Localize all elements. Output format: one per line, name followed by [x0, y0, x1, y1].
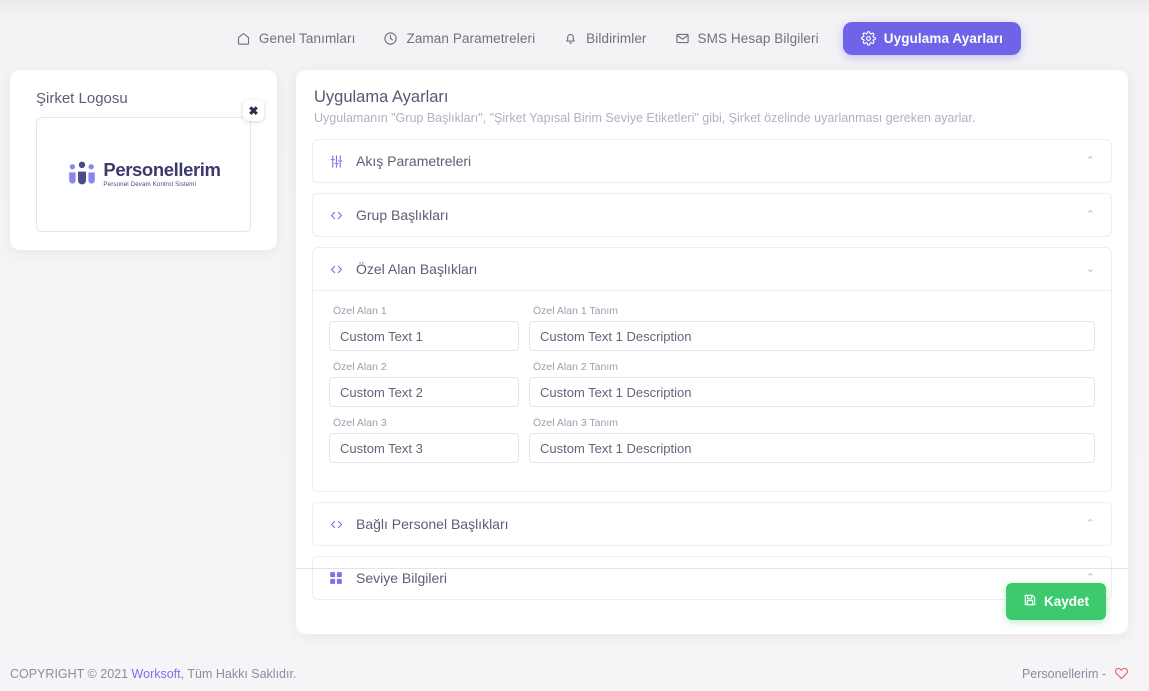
page-subtitle: Uygulamanın "Grup Başlıkları", "Şirket Y… — [314, 111, 976, 125]
chevron-up-icon[interactable]: ⌃ — [1086, 209, 1095, 221]
custom-field-desc-group: Özel Alan 1 Tanım — [529, 305, 1095, 351]
close-icon[interactable]: ✖ — [243, 100, 264, 121]
custom-field-row: Özel Alan 2 Özel Alan 2 Tanım — [329, 361, 1095, 407]
custom-field-3-name-input[interactable] — [329, 433, 519, 463]
field-label: Özel Alan 1 Tanım — [533, 305, 619, 317]
accordion-title: Özel Alan Başlıkları — [356, 261, 478, 277]
copyright-prefix: COPYRIGHT © 2021 — [10, 667, 129, 681]
chevron-down-icon[interactable]: ⌄ — [1086, 263, 1095, 275]
brand-text: Personellerim Personel Devam Kontrol Sis… — [103, 159, 221, 188]
page-title: Uygulama Ayarları — [314, 88, 449, 106]
top-navigation: Genel Tanımları Zaman Parametreleri Bild… — [0, 14, 1149, 62]
brand-name: Personellerim — [103, 159, 221, 181]
floppy-disk-icon — [1023, 593, 1037, 610]
chevron-up-icon[interactable]: ⌃ — [1086, 518, 1095, 530]
accordion-header[interactable]: Özel Alan Başlıkları ⌄ — [313, 248, 1111, 290]
field-label: Özel Alan 2 — [333, 361, 387, 373]
field-label: Özel Alan 1 — [333, 305, 387, 317]
tab-zaman-parametreleri[interactable]: Zaman Parametreleri — [369, 23, 549, 54]
copyright-suffix: , Tüm Hakkı Saklıdır. — [180, 667, 297, 681]
code-icon — [329, 208, 347, 223]
card-header: Uygulama Ayarları Uygulamanın "Grup Başl… — [296, 70, 1128, 139]
worksoft-link[interactable]: Worksoft — [132, 667, 181, 681]
people-mark-icon — [69, 162, 96, 185]
bell-icon — [563, 31, 578, 46]
clock-icon — [383, 31, 398, 46]
card-footer: Kaydet — [296, 568, 1128, 634]
accordion-list: Akış Parametreleri ⌃ Grup Başlıkları ⌃ Ö… — [296, 139, 1128, 600]
page-footer: COPYRIGHT © 2021 Worksoft, Tüm Hakkı Sak… — [0, 657, 1149, 691]
custom-field-1-desc-input[interactable] — [529, 321, 1095, 351]
accordion-header[interactable]: Bağlı Personel Başlıkları ⌃ — [313, 503, 1111, 545]
custom-field-desc-group: Özel Alan 3 Tanım — [529, 417, 1095, 463]
footer-brand-text: Personellerim - — [1021, 667, 1106, 681]
sliders-icon — [329, 154, 347, 169]
app-root: Genel Tanımları Zaman Parametreleri Bild… — [0, 0, 1149, 691]
accordion-body: Özel Alan 1 Özel Alan 1 Tanım Özel Alan … — [313, 290, 1111, 491]
tab-sms-hesap-bilgileri[interactable]: SMS Hesap Bilgileri — [661, 23, 833, 54]
accordion-akis-parametreleri: Akış Parametreleri ⌃ — [312, 139, 1112, 183]
logo-preview-frame: ✖ Personellerim Personel Devam Kontrol S… — [36, 100, 264, 232]
custom-field-2-name-input[interactable] — [329, 377, 519, 407]
tab-bildirimler[interactable]: Bildirimler — [549, 23, 660, 54]
field-label: Özel Alan 3 Tanım — [533, 417, 619, 429]
chevron-up-icon[interactable]: ⌃ — [1086, 155, 1095, 167]
envelope-icon — [675, 31, 690, 46]
accordion-ozel-alan-basliklari: Özel Alan Başlıkları ⌄ Özel Alan 1 Özel … — [312, 247, 1112, 492]
custom-field-name-group: Özel Alan 1 — [329, 305, 519, 351]
home-icon — [236, 31, 251, 46]
accordion-header[interactable]: Grup Başlıkları ⌃ — [313, 194, 1111, 236]
tab-label: SMS Hesap Bilgileri — [697, 30, 819, 46]
brand-logo: Personellerim Personel Devam Kontrol Sis… — [66, 159, 221, 188]
code-icon — [329, 262, 347, 277]
custom-field-desc-group: Özel Alan 2 Tanım — [529, 361, 1095, 407]
accordion-grup-basliklari: Grup Başlıkları ⌃ — [312, 193, 1112, 237]
gear-icon — [860, 30, 876, 46]
custom-field-1-name-input[interactable] — [329, 321, 519, 351]
heart-icon — [1114, 666, 1129, 683]
company-logo-card: Şirket Logosu ✖ Personellerim Personel D… — [10, 70, 277, 250]
custom-field-3-desc-input[interactable] — [529, 433, 1095, 463]
custom-field-name-group: Özel Alan 2 — [329, 361, 519, 407]
tab-label: Zaman Parametreleri — [406, 30, 536, 46]
accordion-title: Grup Başlıkları — [356, 207, 449, 223]
brand-tagline: Personel Devam Kontrol Sistemi — [103, 180, 197, 188]
code-icon — [329, 517, 347, 532]
tab-label: Bildirimler — [586, 30, 647, 46]
accordion-bagli-personel-basliklari: Bağlı Personel Başlıkları ⌃ — [312, 502, 1112, 546]
field-label: Özel Alan 2 Tanım — [533, 361, 619, 373]
field-label: Özel Alan 3 — [333, 417, 387, 429]
accordion-header[interactable]: Akış Parametreleri ⌃ — [313, 140, 1111, 182]
accordion-title: Bağlı Personel Başlıkları — [356, 516, 509, 532]
logo-card-title: Şirket Logosu — [36, 90, 128, 107]
footer-right: Personellerim - — [1022, 666, 1129, 683]
accordion-title: Akış Parametreleri — [356, 153, 472, 169]
tab-label: Uygulama Ayarları — [883, 30, 1003, 46]
custom-field-row: Özel Alan 1 Özel Alan 1 Tanım — [329, 305, 1095, 351]
application-settings-card: Uygulama Ayarları Uygulamanın "Grup Başl… — [296, 70, 1128, 634]
save-button[interactable]: Kaydet — [1005, 583, 1106, 620]
tab-genel-tanimlari[interactable]: Genel Tanımları — [222, 23, 370, 54]
tab-label: Genel Tanımları — [258, 30, 356, 46]
save-button-label: Kaydet — [1043, 594, 1089, 609]
copyright-text: COPYRIGHT © 2021 Worksoft, Tüm Hakkı Sak… — [10, 667, 296, 681]
custom-field-2-desc-input[interactable] — [529, 377, 1095, 407]
custom-field-row: Özel Alan 3 Özel Alan 3 Tanım — [329, 417, 1095, 463]
custom-field-name-group: Özel Alan 3 — [329, 417, 519, 463]
tab-uygulama-ayarlari[interactable]: Uygulama Ayarları — [842, 21, 1021, 55]
